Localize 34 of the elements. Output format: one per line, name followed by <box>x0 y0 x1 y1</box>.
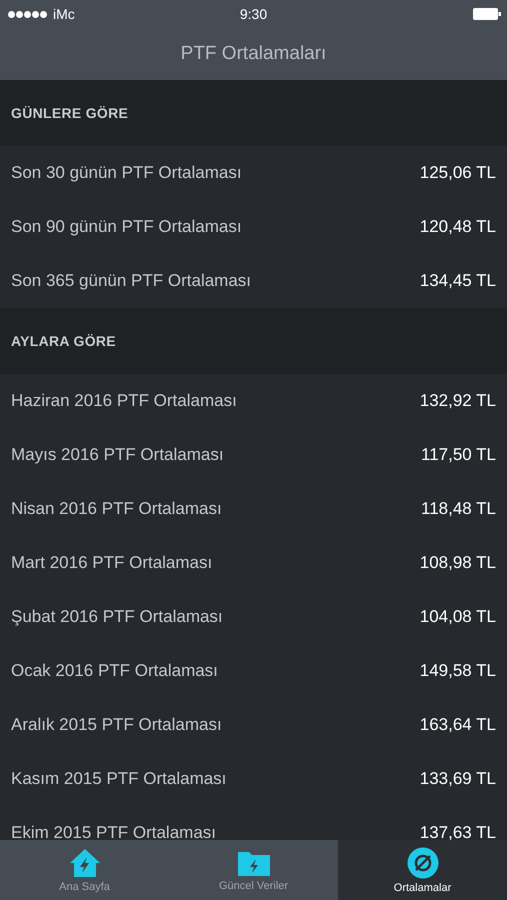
row-label: Aralık 2015 PTF Ortalaması <box>11 715 222 735</box>
row-label: Son 365 günün PTF Ortalaması <box>11 271 252 291</box>
row-value: 104,08 TL <box>420 607 496 627</box>
carrier-name: iMc <box>53 6 75 22</box>
row-value: 118,48 TL <box>421 499 496 519</box>
row-label: Kasım 2015 PTF Ortalaması <box>11 769 226 789</box>
row-value: 125,06 TL <box>420 163 496 183</box>
tab-item[interactable]: Ortalamalar <box>338 840 507 900</box>
row-value: 108,98 TL <box>420 553 496 573</box>
row-value: 133,69 TL <box>420 769 496 789</box>
section-header: GÜNLERE GÖRE <box>11 105 128 121</box>
section-header: AYLARA GÖRE <box>11 333 116 349</box>
row-value: 120,48 TL <box>420 217 496 237</box>
status-time: 9:30 <box>240 6 268 22</box>
signal-icon <box>8 10 48 18</box>
row-label: Son 30 günün PTF Ortalaması <box>11 163 242 183</box>
row-value: 132,92 TL <box>420 391 496 411</box>
battery-icon <box>473 8 501 20</box>
row-label: Nisan 2016 PTF Ortalaması <box>11 499 222 519</box>
row-label: Mayıs 2016 PTF Ortalaması <box>11 445 224 465</box>
row-value: 149,58 TL <box>420 661 496 681</box>
row-label: Mart 2016 PTF Ortalaması <box>11 553 212 573</box>
row-label: Son 90 günün PTF Ortalaması <box>11 217 242 237</box>
row-label: Ekim 2015 PTF Ortalaması <box>11 823 216 840</box>
nav-title: PTF Ortalamaları <box>180 43 326 65</box>
row-value: 163,64 TL <box>420 715 496 735</box>
row-value: 137,63 TL <box>420 823 496 840</box>
average-icon <box>406 846 438 878</box>
row-label: Ocak 2016 PTF Ortalaması <box>11 661 218 681</box>
row-label: Haziran 2016 PTF Ortalaması <box>11 391 237 411</box>
row-label: Şubat 2016 PTF Ortalaması <box>11 607 223 627</box>
house-bolt-icon <box>68 848 100 878</box>
row-value: 117,50 TL <box>421 445 496 465</box>
row-value: 134,45 TL <box>420 271 496 291</box>
